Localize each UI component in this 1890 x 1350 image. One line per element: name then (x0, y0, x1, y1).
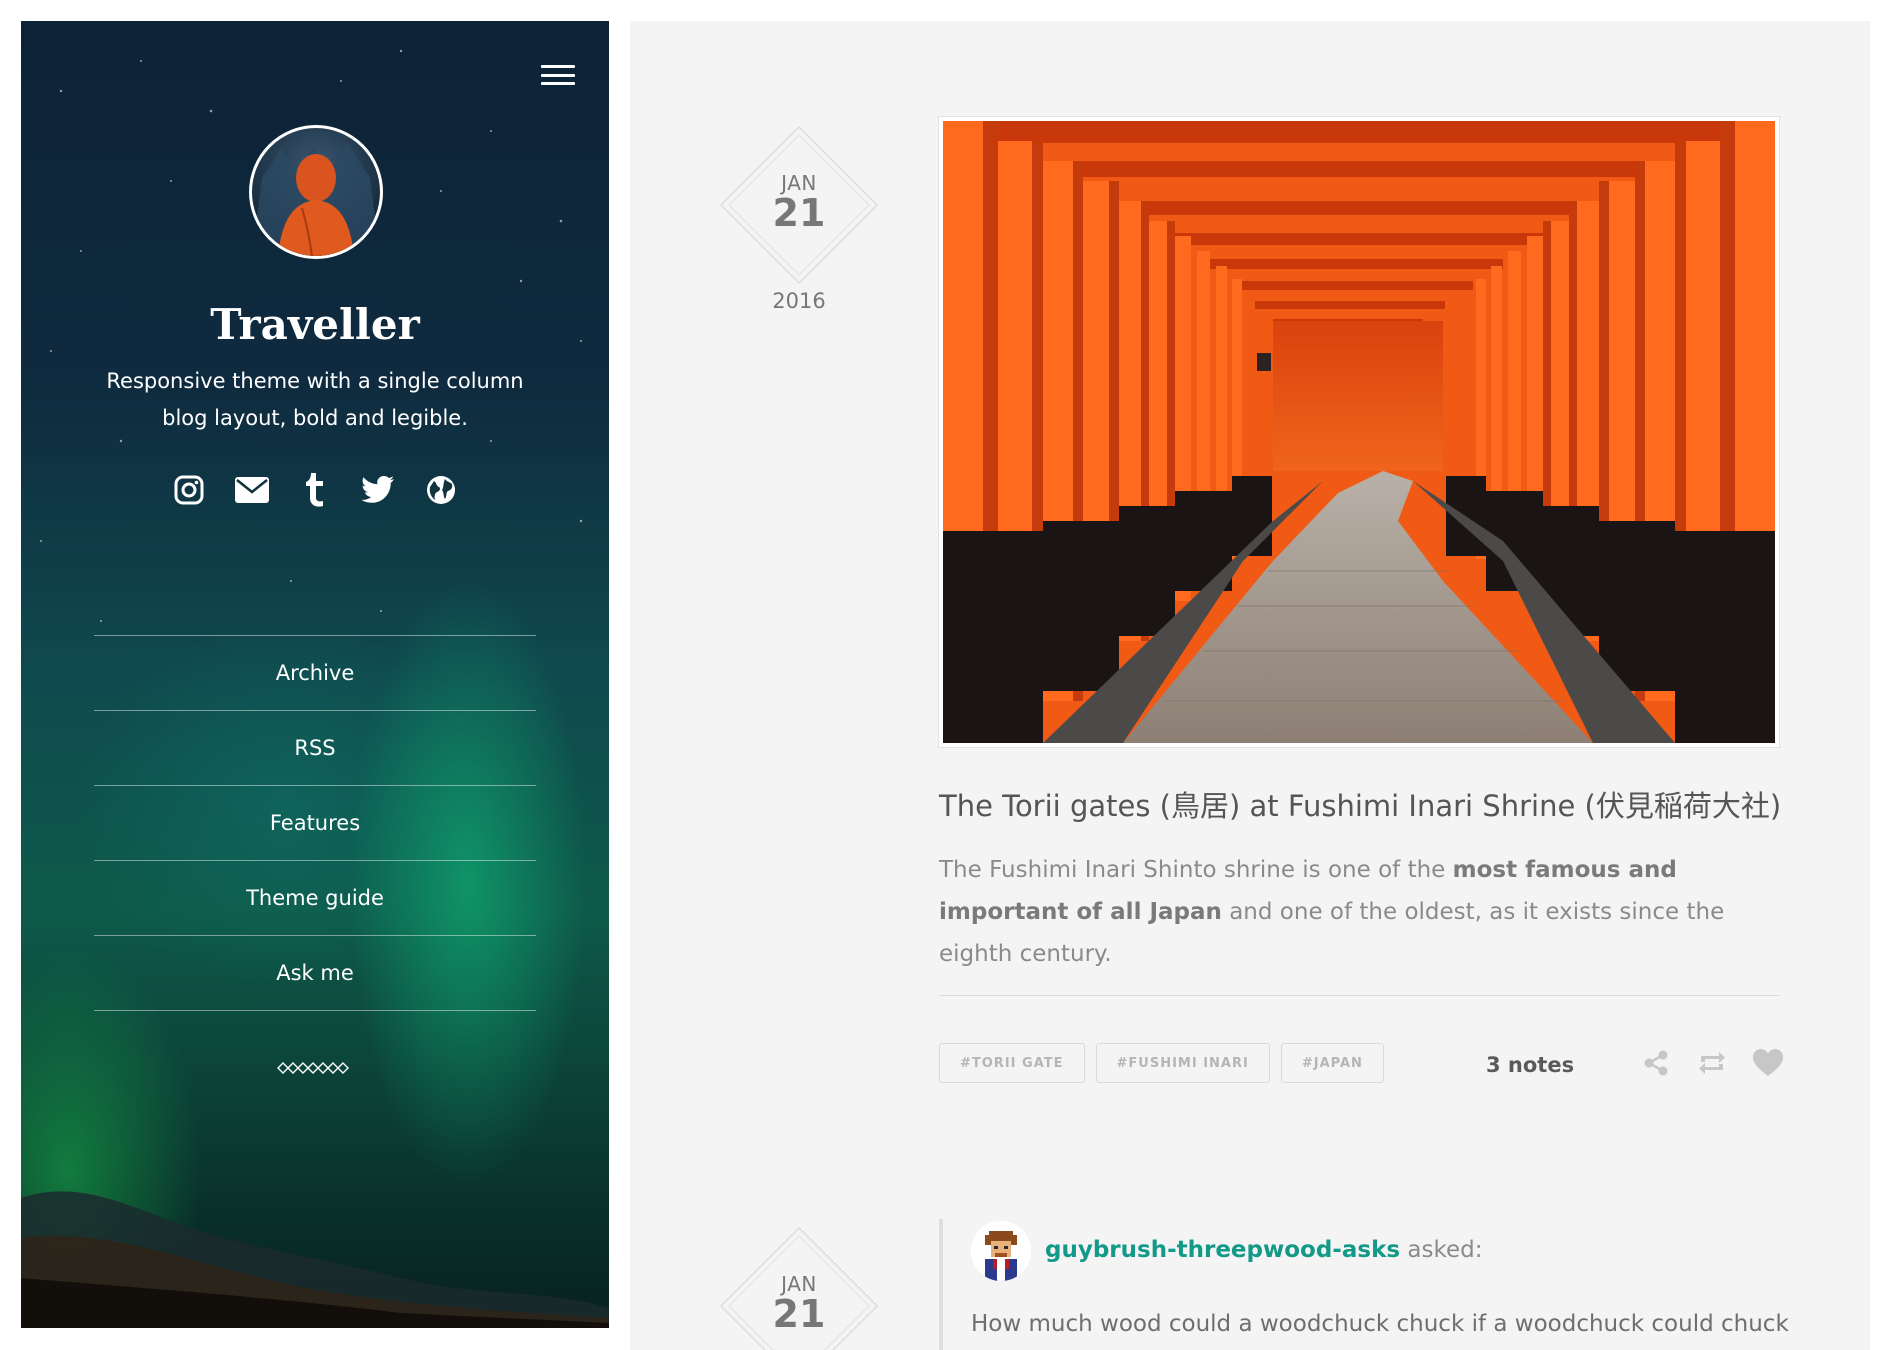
avatar[interactable] (249, 125, 383, 259)
post-divider (939, 995, 1779, 996)
globe-icon[interactable] (424, 473, 458, 507)
post-title[interactable]: The Torii gates (鳥居) at Fushimi Inari Sh… (939, 786, 1799, 826)
ask-blockquote: guybrush-threepwood-asks asked: How much… (939, 1219, 1823, 1350)
post-body: The Fushimi Inari Shinto shrine is one o… (939, 849, 1799, 975)
nav-item-ask-me[interactable]: Ask me (94, 936, 536, 1011)
post-body-text: The Fushimi Inari Shinto shrine is one o… (939, 857, 1453, 883)
post-notes-count[interactable]: 3 notes (1486, 1053, 1574, 1077)
nav-item-features[interactable]: Features (94, 786, 536, 861)
question-text: How much wood could a woodchuck chuck if… (971, 1311, 1789, 1337)
tumblr-icon[interactable] (298, 473, 332, 507)
date-year: 2016 (772, 289, 826, 313)
tag-fushimi-inari[interactable]: #FUSHIMI INARI (1095, 1043, 1270, 1083)
heart-icon[interactable] (1752, 1047, 1784, 1079)
date-day: 21 (772, 191, 826, 235)
reblog-icon[interactable] (1696, 1047, 1728, 1079)
nav-item-rss[interactable]: RSS (94, 711, 536, 786)
sidebar: Traveller Responsive theme with a single… (21, 21, 609, 1328)
torii-gates-image (943, 121, 1775, 743)
tag-japan[interactable]: #JAPAN (1280, 1043, 1384, 1083)
post-photo[interactable] (939, 117, 1779, 747)
instagram-icon[interactable] (172, 473, 206, 507)
social-links (21, 473, 609, 513)
post-date-badge[interactable]: JAN 21 (719, 125, 879, 285)
asker-line: guybrush-threepwood-asks asked: (1045, 1237, 1482, 1263)
menu-icon[interactable] (541, 61, 575, 89)
mountain-silhouette (21, 1191, 609, 1328)
twitter-icon[interactable] (361, 473, 395, 507)
main-content: JAN 21 2016 The Torii gates (鳥居) at Fush… (630, 21, 1870, 1350)
share-icon[interactable] (1640, 1047, 1672, 1079)
nav-item-theme-guide[interactable]: Theme guide (94, 861, 536, 936)
tag-torii-gate[interactable]: #TORII GATE (939, 1043, 1085, 1083)
asker-name-link[interactable]: guybrush-threepwood-asks (1045, 1237, 1400, 1263)
asked-label: asked: (1400, 1237, 1483, 1263)
post-date-badge[interactable]: JAN 21 (719, 1226, 879, 1350)
mail-icon[interactable] (235, 473, 269, 507)
blog-title[interactable]: Traveller (21, 299, 609, 351)
nav-item-archive[interactable]: Archive (94, 636, 536, 711)
chain-ornament-icon (277, 1062, 349, 1074)
blog-description: Responsive theme with a single column bl… (106, 369, 524, 430)
post-actions (1640, 1047, 1784, 1079)
asker-avatar[interactable] (971, 1221, 1031, 1281)
date-day: 21 (772, 1292, 826, 1336)
post-tags: #TORII GATE #FUSHIMI INARI #JAPAN (939, 1043, 1384, 1083)
sidebar-nav: Archive RSS Features Theme guide Ask me (94, 635, 536, 1011)
